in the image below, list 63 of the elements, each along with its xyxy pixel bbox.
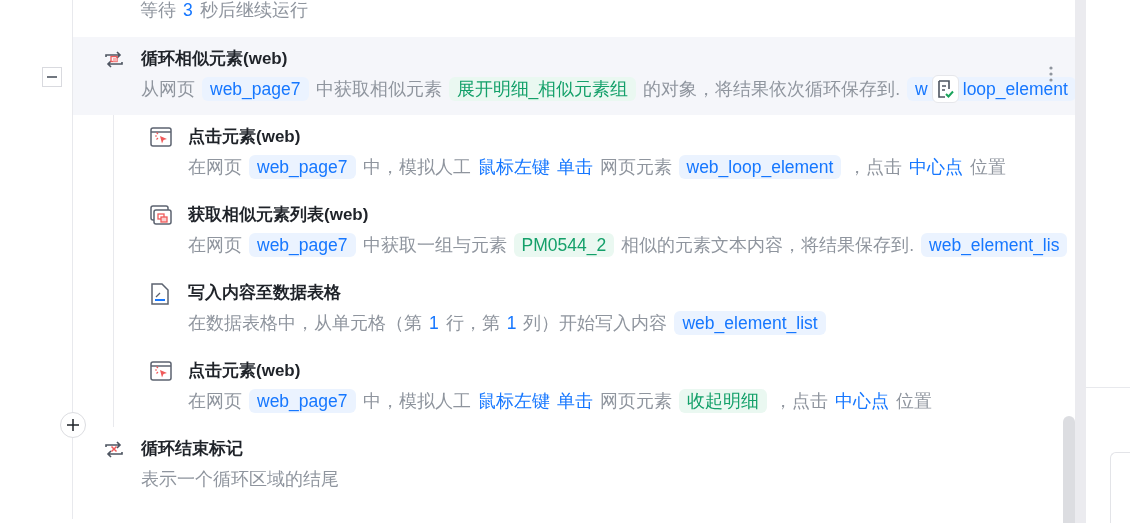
variable-text: w xyxy=(915,78,928,101)
description-text: 在网页 xyxy=(188,156,242,179)
parameter-value: 单击 xyxy=(556,390,593,413)
description-text: 行，第 xyxy=(445,312,500,335)
variable-tag: web_loop_element xyxy=(678,155,842,179)
description-text: ，点击 xyxy=(773,390,828,413)
variable-tag: web_page7 xyxy=(249,389,356,413)
description-text: 中获取相似元素 xyxy=(315,78,442,101)
parameter-value: 鼠标左键 xyxy=(477,156,550,179)
plus-icon xyxy=(67,419,79,431)
element-tag: PM0544_2 xyxy=(513,233,615,257)
description-text: 在数据表格中，从单元格（第 xyxy=(188,312,422,335)
variable-tag: web_element_lis xyxy=(921,233,1068,257)
click-icon xyxy=(150,361,172,381)
variable-text: loop_element xyxy=(962,78,1068,101)
description-text: 列）开始写入内容 xyxy=(523,312,668,335)
parameter-value: 中心点 xyxy=(909,156,964,179)
description-text: 中，模拟人工 xyxy=(362,390,471,413)
description-text: 相似的元素文本内容，将结果保存到. xyxy=(621,234,915,257)
document-icon xyxy=(150,283,170,305)
variable-tag: web_element_list xyxy=(674,311,826,335)
description-text: 中，模拟人工 xyxy=(362,156,471,179)
step-title: 点击元素(web) xyxy=(188,126,302,148)
step-title: 点击元素(web) xyxy=(188,360,302,382)
step-title: 获取相似元素列表(web) xyxy=(188,204,370,226)
description-text: 的对象，将结果依次循环保存到. xyxy=(643,78,901,101)
description-text: 位置 xyxy=(895,390,932,413)
click-icon xyxy=(150,127,172,147)
parameter-value: 中心点 xyxy=(834,390,889,413)
more-icon[interactable] xyxy=(1049,66,1053,82)
description-text: 中获取一组与元素 xyxy=(362,234,507,257)
parameter-value: 1 xyxy=(429,312,439,335)
card-background xyxy=(1110,452,1130,523)
parameter-value: 1 xyxy=(506,312,517,335)
description-text: 在网页 xyxy=(188,234,242,257)
description-text: 在网页 xyxy=(188,390,242,413)
element-tag: 展开明细_相似元素组 xyxy=(448,77,637,101)
step-title: 循环结束标记 xyxy=(141,438,244,460)
description-text: 等待 xyxy=(140,0,176,22)
step-title: 循环相似元素(web) xyxy=(141,48,289,70)
parameter-value: 鼠标左键 xyxy=(477,390,550,413)
add-step-button[interactable] xyxy=(60,412,86,438)
description-text: 位置 xyxy=(970,156,1007,179)
parameter-value: 3 xyxy=(183,0,193,22)
description-text: 表示一个循环区域的结尾 xyxy=(141,468,339,491)
window-stack-icon xyxy=(150,205,172,225)
parameter-value: 单击 xyxy=(556,156,593,179)
validated-badge[interactable] xyxy=(931,75,959,103)
description-text: 秒后继续运行 xyxy=(199,0,308,22)
description-text: 网页元素 xyxy=(599,390,672,413)
loop-icon xyxy=(103,49,125,69)
scrollbar-thumb[interactable] xyxy=(1063,416,1075,523)
check-icon xyxy=(935,79,956,99)
variable-tag: web_page7 xyxy=(249,155,356,179)
collapse-button[interactable] xyxy=(42,67,62,87)
step-title: 写入内容至数据表格 xyxy=(188,282,342,304)
description-text: 从网页 xyxy=(141,78,195,101)
element-tag: 收起明细 xyxy=(678,389,767,413)
loop-end-icon xyxy=(103,439,125,459)
description-text: ，点击 xyxy=(848,156,903,179)
variable-tag: web_page7 xyxy=(249,233,356,257)
variable-tag: web_page7 xyxy=(202,77,309,101)
description-text: 网页元素 xyxy=(599,156,672,179)
